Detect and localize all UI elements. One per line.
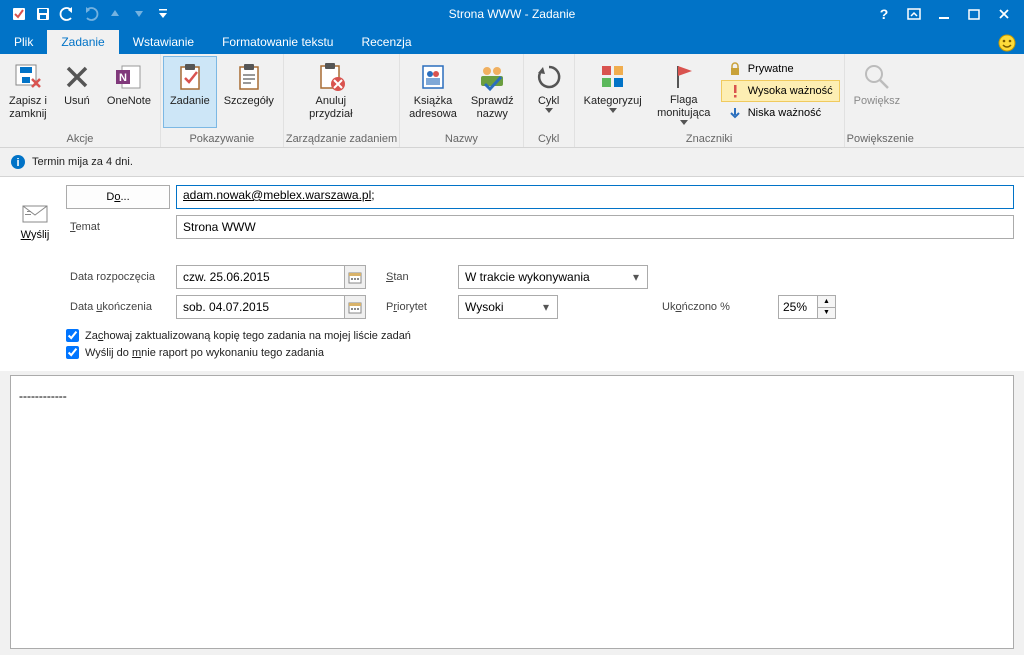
- task-view-button[interactable]: Zadanie: [163, 56, 217, 128]
- priority-label: Priorytet: [372, 301, 458, 313]
- private-button[interactable]: Prywatne: [721, 58, 840, 80]
- delete-button[interactable]: Usuń: [54, 56, 100, 128]
- task-clipboard-icon: [174, 61, 206, 93]
- tab-insert[interactable]: Wstawianie: [119, 30, 208, 54]
- minimize-icon[interactable]: [930, 3, 958, 25]
- chevron-down-icon: [609, 108, 617, 113]
- categorize-button[interactable]: Kategoryzuj: [577, 56, 649, 128]
- maximize-icon[interactable]: [960, 3, 988, 25]
- ribbon: Zapisz i zamknij Usuń N OneNote Akcje Za…: [0, 54, 1024, 148]
- details-button[interactable]: Szczegóły: [217, 56, 281, 128]
- complete-label: Ukończono %: [658, 301, 778, 313]
- info-bar: i Termin mija za 4 dni.: [0, 148, 1024, 177]
- window-title: Strona WWW - Zadanie: [449, 7, 576, 21]
- title-bar: Strona WWW - Zadanie ?: [0, 0, 1024, 28]
- status-label: Stan: [372, 271, 458, 283]
- down-arrow-icon: [128, 3, 150, 25]
- check-names-button[interactable]: Sprawdź nazwy: [464, 56, 521, 128]
- undo-icon[interactable]: [56, 3, 78, 25]
- priority-select[interactable]: Wysoki ▾: [458, 295, 558, 319]
- high-importance-icon: [728, 84, 742, 98]
- zoom-icon: [861, 61, 893, 93]
- lock-icon: [728, 62, 742, 76]
- delete-icon: [61, 61, 93, 93]
- task-body[interactable]: ------------: [10, 375, 1014, 649]
- send-icon: [20, 203, 50, 225]
- app-icon[interactable]: [8, 3, 30, 25]
- calendar-icon[interactable]: [344, 296, 365, 318]
- subject-field[interactable]: [176, 215, 1014, 239]
- onenote-button[interactable]: N OneNote: [100, 56, 158, 128]
- close-icon[interactable]: [990, 3, 1018, 25]
- categorize-icon: [597, 61, 629, 93]
- ribbon-display-icon[interactable]: [900, 3, 928, 25]
- details-clipboard-icon: [233, 61, 265, 93]
- to-field[interactable]: adam.nowak@meblex.warszawa.pl;: [176, 185, 1014, 209]
- status-select[interactable]: W trakcie wykonywania ▾: [458, 265, 648, 289]
- chevron-down-icon: [545, 108, 553, 113]
- onenote-icon: N: [113, 61, 145, 93]
- address-book-icon: [417, 61, 449, 93]
- cancel-assign-icon: [315, 61, 347, 93]
- due-date-field[interactable]: [176, 295, 366, 319]
- percent-complete-field[interactable]: ▲ ▼: [778, 295, 836, 319]
- cancel-assignment-button[interactable]: Anuluj przydział: [286, 56, 376, 128]
- group-zoom: Powiększ Powiększenie: [845, 54, 916, 147]
- high-importance-button[interactable]: Wysoka ważność: [721, 80, 840, 102]
- check-names-icon: [476, 61, 508, 93]
- low-importance-icon: [728, 106, 742, 120]
- smiley-icon[interactable]: [998, 34, 1024, 54]
- recurrence-icon: [533, 61, 565, 93]
- quick-access-toolbar: [0, 3, 174, 25]
- send-button[interactable]: Wyślij: [10, 185, 60, 259]
- group-tags: Kategoryzuj Flaga monitująca Prywatne Wy…: [575, 54, 845, 147]
- followup-flag-button[interactable]: Flaga monitująca: [649, 56, 719, 128]
- spin-up[interactable]: ▲: [818, 296, 835, 308]
- send-report-checkbox[interactable]: Wyślij do mnie raport po wykonaniu tego …: [66, 346, 1014, 359]
- redo-icon: [80, 3, 102, 25]
- address-book-button[interactable]: Książka adresowa: [402, 56, 464, 128]
- group-manage: Anuluj przydział Zarządzanie zadaniem: [284, 54, 400, 147]
- info-icon: i: [10, 154, 26, 170]
- tab-task[interactable]: Zadanie: [47, 30, 118, 54]
- up-arrow-icon: [104, 3, 126, 25]
- save-close-icon: [12, 61, 44, 93]
- start-date-field[interactable]: [176, 265, 366, 289]
- chevron-down-icon[interactable]: ▾: [627, 270, 645, 284]
- svg-text:N: N: [119, 72, 127, 84]
- start-date-label: Data rozpoczęcia: [66, 271, 176, 283]
- due-date-label: Data ukończenia: [66, 301, 176, 313]
- spin-down[interactable]: ▼: [818, 308, 835, 319]
- qat-dropdown[interactable]: [152, 3, 174, 25]
- zoom-button: Powiększ: [847, 56, 907, 128]
- chevron-down-icon[interactable]: ▾: [537, 300, 555, 314]
- send-label: Wyślij: [21, 229, 50, 241]
- tab-file[interactable]: Plik: [0, 30, 47, 54]
- window-controls: ?: [870, 3, 1024, 25]
- tab-review[interactable]: Recenzja: [347, 30, 425, 54]
- help-icon[interactable]: ?: [870, 3, 898, 25]
- chevron-down-icon: [680, 120, 688, 125]
- low-importance-button[interactable]: Niska ważność: [721, 102, 840, 124]
- group-recurrence: Cykl Cykl: [524, 54, 575, 147]
- save-icon[interactable]: [32, 3, 54, 25]
- subject-label: Temat: [66, 221, 176, 233]
- group-names: Książka adresowa Sprawdź nazwy Nazwy: [400, 54, 524, 147]
- tab-format[interactable]: Formatowanie tekstu: [208, 30, 347, 54]
- ribbon-tabs: Plik Zadanie Wstawianie Formatowanie tek…: [0, 28, 1024, 54]
- group-show: Zadanie Szczegóły Pokazywanie: [161, 54, 284, 147]
- form-area: Wyślij Do... adam.nowak@meblex.warszawa.…: [0, 177, 1024, 371]
- recurrence-button[interactable]: Cykl: [526, 56, 572, 128]
- keep-copy-checkbox[interactable]: Zachowaj zaktualizowaną kopię tego zadan…: [66, 329, 1014, 342]
- group-actions: Zapisz i zamknij Usuń N OneNote Akcje: [0, 54, 161, 147]
- calendar-icon[interactable]: [344, 266, 365, 288]
- flag-icon: [668, 61, 700, 92]
- to-button[interactable]: Do...: [66, 185, 170, 209]
- svg-text:i: i: [16, 157, 19, 169]
- save-close-button[interactable]: Zapisz i zamknij: [2, 56, 54, 128]
